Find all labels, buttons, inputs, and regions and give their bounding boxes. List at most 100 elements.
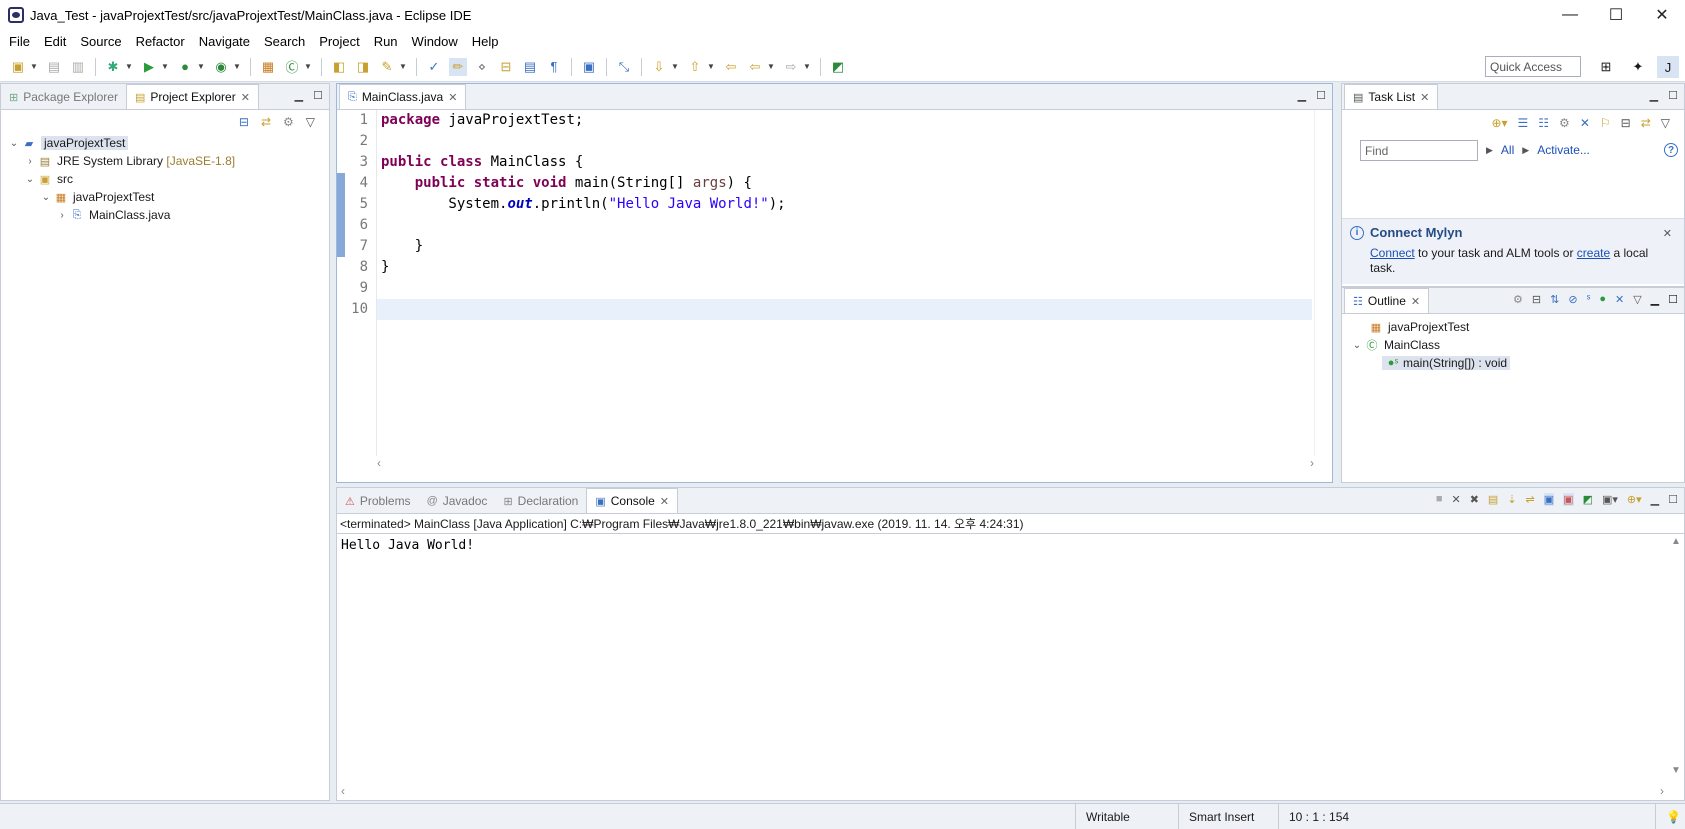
outline-item-package[interactable]: ▦ javaProjextTest bbox=[1342, 318, 1684, 336]
chevron-down-icon[interactable]: ▼ bbox=[197, 62, 205, 71]
menu-file[interactable]: File bbox=[2, 34, 37, 49]
focus-icon[interactable]: ⚙ bbox=[1513, 293, 1523, 306]
show-whitespace-icon[interactable]: ▤ bbox=[521, 58, 539, 76]
chevron-down-icon[interactable]: ▼ bbox=[671, 62, 679, 71]
help-icon[interactable]: ? bbox=[1664, 143, 1678, 157]
debug-icon[interactable]: ✱ bbox=[104, 58, 122, 76]
chevron-down-icon[interactable]: ▼ bbox=[304, 62, 312, 71]
menu-help[interactable]: Help bbox=[465, 34, 506, 49]
tab-mainclass-java[interactable]: ⎘ MainClass.java ✕ bbox=[339, 84, 467, 109]
mark-occurrences-icon[interactable]: ✏ bbox=[449, 57, 467, 76]
maximize-icon[interactable]: ☐ bbox=[313, 89, 323, 102]
tree-item-jre[interactable]: › ▤ JRE System Library [JavaSE-1.8] bbox=[1, 152, 329, 170]
chevron-down-icon[interactable]: ▼ bbox=[803, 62, 811, 71]
tree-item-package[interactable]: ⌄ ▦ javaProjextTest bbox=[1, 188, 329, 206]
view-menu-icon[interactable]: ▽ bbox=[306, 115, 315, 129]
menu-search[interactable]: Search bbox=[257, 34, 312, 49]
activate-link[interactable]: Activate... bbox=[1537, 143, 1590, 157]
pin-editor-icon[interactable]: ◩ bbox=[829, 58, 847, 76]
menu-navigate[interactable]: Navigate bbox=[192, 34, 257, 49]
chevron-down-icon[interactable]: ⌄ bbox=[23, 174, 37, 185]
maximize-icon[interactable]: ☐ bbox=[1668, 89, 1678, 102]
view-menu-icon[interactable]: ▽ bbox=[1661, 116, 1670, 130]
chevron-down-icon[interactable]: ▼ bbox=[125, 62, 133, 71]
categorized-icon[interactable]: ☰ bbox=[1518, 116, 1529, 130]
forward-icon[interactable]: ⇨ bbox=[782, 58, 800, 76]
tab-javadoc[interactable]: @ Javadoc bbox=[419, 489, 496, 513]
java-ee-perspective-icon[interactable]: ✦ bbox=[1627, 56, 1649, 78]
tab-console[interactable]: ▣ Console ✕ bbox=[586, 488, 679, 513]
maximize-button[interactable]: ☐ bbox=[1593, 0, 1639, 30]
chevron-right-icon[interactable]: › bbox=[23, 156, 37, 167]
word-wrap-icon[interactable]: ⇌ bbox=[1526, 493, 1535, 506]
hide-completed-icon[interactable]: ✕ bbox=[1580, 116, 1590, 130]
maximize-icon[interactable]: ☐ bbox=[1316, 89, 1326, 102]
sync-icon[interactable]: ⚙ bbox=[1559, 116, 1570, 130]
close-icon[interactable]: ✕ bbox=[241, 91, 250, 104]
pin-console-icon[interactable]: ◩ bbox=[1583, 493, 1593, 506]
chevron-down-icon[interactable]: ⌄ bbox=[7, 138, 21, 149]
menu-project[interactable]: Project bbox=[312, 34, 366, 49]
create-link[interactable]: create bbox=[1577, 246, 1610, 260]
collapse-all-icon[interactable]: ⊟ bbox=[1532, 293, 1541, 306]
close-button[interactable]: ✕ bbox=[1639, 0, 1685, 30]
chevron-down-icon[interactable]: ⌄ bbox=[39, 192, 53, 203]
chevron-down-icon[interactable]: ▼ bbox=[233, 62, 241, 71]
quick-access-input[interactable]: Quick Access bbox=[1485, 56, 1581, 77]
menu-window[interactable]: Window bbox=[405, 34, 465, 49]
scheduled-icon[interactable]: ☷ bbox=[1538, 116, 1549, 130]
maximize-icon[interactable]: ☐ bbox=[1668, 493, 1678, 506]
chevron-down-icon[interactable]: ▼ bbox=[767, 62, 775, 71]
close-icon[interactable]: ✕ bbox=[1420, 91, 1429, 104]
chevron-right-icon[interactable]: › bbox=[55, 210, 69, 221]
minimize-button[interactable]: — bbox=[1547, 0, 1593, 30]
back-icon[interactable]: ⇦ bbox=[746, 58, 764, 76]
clear-console-icon[interactable]: ▤ bbox=[1488, 493, 1498, 506]
task-find-input[interactable]: Find bbox=[1360, 139, 1478, 161]
tab-outline[interactable]: ☷ Outline ✕ bbox=[1344, 288, 1430, 313]
sort-icon[interactable]: ⇅ bbox=[1550, 293, 1559, 306]
view-menu-icon[interactable]: ▽ bbox=[1633, 293, 1641, 306]
new-task-icon[interactable]: ⊕▾ bbox=[1491, 116, 1507, 130]
hide-static-icon[interactable]: ˢ bbox=[1587, 293, 1591, 306]
menu-edit[interactable]: Edit bbox=[37, 34, 73, 49]
horizontal-scrollbar[interactable]: ‹ › bbox=[377, 456, 1314, 472]
vertical-scrollbar[interactable] bbox=[1314, 110, 1332, 456]
block-selection-icon[interactable]: ⋄ bbox=[473, 58, 491, 76]
horizontal-scrollbar[interactable]: ‹ › bbox=[341, 784, 1664, 798]
close-icon[interactable]: ✕ bbox=[660, 495, 669, 508]
remove-launch-icon[interactable]: ✕ bbox=[1451, 493, 1460, 506]
close-icon[interactable]: ✕ bbox=[1663, 227, 1672, 240]
pilcrow-icon[interactable]: ¶ bbox=[545, 58, 563, 76]
chevron-down-icon[interactable]: ⌄ bbox=[1350, 340, 1364, 351]
hide-fields-icon[interactable]: ⊘ bbox=[1568, 293, 1577, 306]
close-icon[interactable]: ✕ bbox=[1411, 295, 1420, 308]
hide-local-types-icon[interactable]: ✕ bbox=[1615, 293, 1624, 306]
open-console-icon[interactable]: ⊕▾ bbox=[1627, 493, 1642, 506]
external-tools-icon[interactable]: ◉ bbox=[212, 58, 230, 76]
chevron-down-icon[interactable]: ▼ bbox=[399, 62, 407, 71]
tab-project-explorer[interactable]: ▤ Project Explorer ✕ bbox=[125, 84, 259, 109]
scroll-lock-icon[interactable]: ⇣ bbox=[1507, 493, 1516, 506]
coverage-icon[interactable]: ● bbox=[176, 58, 194, 76]
last-edit-icon[interactable]: ⇦ bbox=[722, 58, 740, 76]
tree-item-mainclass[interactable]: › ⎘ MainClass.java bbox=[1, 206, 329, 224]
prev-annotation-icon[interactable]: ⇧ bbox=[686, 58, 704, 76]
hide-nonpublic-icon[interactable]: ● bbox=[1599, 293, 1606, 306]
terminal-icon[interactable]: ▣ bbox=[580, 58, 598, 76]
vertical-scrollbar[interactable]: ▲ ▼ bbox=[1668, 536, 1684, 798]
word-wrap-icon[interactable]: ⊟ bbox=[497, 58, 515, 76]
next-annotation-icon[interactable]: ⇩ bbox=[650, 58, 668, 76]
java-perspective-icon[interactable]: J bbox=[1657, 56, 1679, 78]
search-icon[interactable]: ✎ bbox=[378, 58, 396, 76]
collapse-all-icon[interactable]: ⊟ bbox=[239, 115, 249, 129]
display-console-icon[interactable]: ▣▾ bbox=[1602, 493, 1618, 506]
tree-item-project[interactable]: ⌄ ▰ javaProjextTest bbox=[1, 134, 329, 152]
connect-link[interactable]: Connect bbox=[1370, 246, 1415, 260]
tab-package-explorer[interactable]: ⊞ Package Explorer bbox=[1, 85, 126, 109]
new-package-icon[interactable]: ▦ bbox=[259, 58, 277, 76]
link-editor-icon[interactable]: ⇄ bbox=[261, 115, 271, 129]
open-type-icon[interactable]: ◧ bbox=[330, 58, 348, 76]
save-icon[interactable]: ▤ bbox=[45, 58, 63, 76]
all-link[interactable]: All bbox=[1501, 143, 1514, 157]
